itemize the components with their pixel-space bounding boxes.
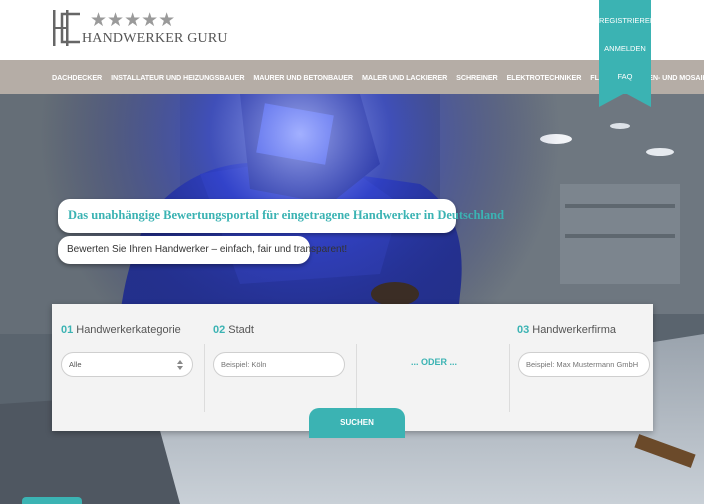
account-ribbon: REGISTRIEREN ANMELDEN FAQ — [599, 0, 655, 108]
category-label-text: Handwerkerkategorie — [76, 324, 181, 336]
category-label: 01 Handwerkerkategorie — [61, 324, 181, 336]
city-step-number: 02 — [213, 324, 226, 336]
nav-item-installateur[interactable]: INSTALLATEUR UND HEIZUNGSBAUER — [111, 73, 244, 82]
ribbon-tail — [599, 93, 651, 107]
hero-banner — [0, 94, 704, 504]
column-divider — [509, 344, 510, 412]
city-label: 02 Stadt — [213, 324, 254, 336]
category-select[interactable]: Alle — [61, 352, 193, 377]
category-select-value: Alle — [69, 360, 82, 369]
register-link[interactable]: REGISTRIEREN — [599, 16, 655, 25]
company-input[interactable] — [518, 352, 650, 377]
hero-tagline: Das unabhängige Bewertungsportal für ein… — [68, 208, 505, 222]
or-separator: ... ODER ... — [411, 357, 458, 367]
select-arrows-icon — [177, 360, 183, 370]
category-step-number: 01 — [61, 324, 74, 336]
hc-monogram-icon — [53, 10, 80, 46]
column-divider — [356, 344, 357, 412]
nav-item-maler[interactable]: MALER UND LACKIERER — [362, 73, 447, 82]
logo-text: HANDWERKER GURU — [82, 31, 228, 46]
hero-tagline-box: Das unabhängige Bewertungsportal für ein… — [58, 199, 504, 233]
login-link[interactable]: ANMELDEN — [599, 44, 651, 53]
company-step-number: 03 — [517, 324, 530, 336]
nav-item-dachdecker[interactable]: DACHDECKER — [52, 73, 102, 82]
nav-item-elektrotechniker[interactable]: ELEKTROTECHNIKER — [507, 73, 582, 82]
company-label: 03 Handwerkerfirma — [517, 324, 616, 336]
city-label-text: Stadt — [228, 324, 254, 336]
rating-stars-icon: ★★★★★ — [90, 9, 176, 31]
bottom-left-tab[interactable] — [22, 497, 82, 504]
nav-item-schreiner[interactable]: SCHREINER — [456, 73, 498, 82]
company-label-text: Handwerkerfirma — [532, 324, 616, 336]
faq-link[interactable]: FAQ — [599, 72, 651, 81]
welder-background-image — [0, 94, 704, 504]
hero-subtagline: Bewerten Sie Ihren Handwerker – einfach,… — [67, 244, 348, 255]
column-divider — [204, 344, 205, 412]
site-logo[interactable]: ★★★★★ HANDWERKER GURU — [52, 8, 228, 52]
nav-item-maurer[interactable]: MAURER UND BETONBAUER — [253, 73, 353, 82]
city-input[interactable] — [213, 352, 345, 377]
search-button[interactable]: SUCHEN — [309, 408, 405, 438]
hero-subtagline-box: Bewerten Sie Ihren Handwerker – einfach,… — [58, 236, 347, 264]
